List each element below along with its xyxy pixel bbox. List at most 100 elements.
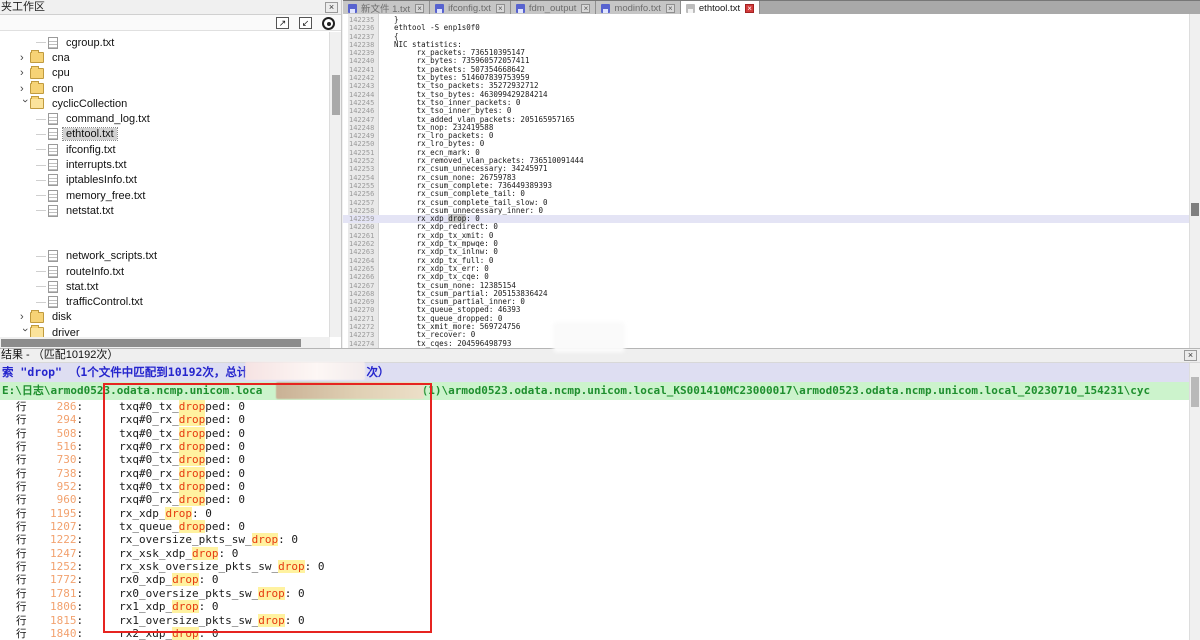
search-file-path-line[interactable]: E:\日志\armod0523.odata.ncmp.unicom.locaar… bbox=[0, 382, 1189, 400]
tree-item-cron[interactable]: ›cron bbox=[0, 81, 330, 96]
tree-vertical-scrollbar[interactable] bbox=[329, 32, 341, 337]
tab-close-icon[interactable]: × bbox=[666, 4, 675, 13]
editor-vertical-scrollbar[interactable] bbox=[1189, 14, 1200, 348]
search-result-row[interactable]: 行730:txq#0_tx_dropped: 0 bbox=[0, 453, 1189, 466]
result-line-text: rx_xdp_drop: 0 bbox=[119, 507, 212, 520]
tree-item-netstat-txt[interactable]: netstat.txt bbox=[0, 203, 330, 218]
results-vscroll-thumb[interactable] bbox=[1191, 377, 1199, 407]
line-number: 142246 bbox=[348, 107, 377, 115]
tree-item-driver[interactable]: ›driver bbox=[0, 325, 330, 337]
search-result-row[interactable]: 行1772:rx0_xdp_drop: 0 bbox=[0, 573, 1189, 586]
tab-close-icon[interactable]: × bbox=[581, 4, 590, 13]
search-result-row[interactable]: 行1195:rx_xdp_drop: 0 bbox=[0, 507, 1189, 520]
tab-ethtool-txt[interactable]: ethtool.txt× bbox=[681, 1, 760, 15]
search-result-row[interactable]: 行286:txq#0_tx_dropped: 0 bbox=[0, 400, 1189, 413]
tab-ifconfig-txt[interactable]: ifconfig.txt× bbox=[430, 1, 511, 15]
expand-all-icon[interactable]: ↗ bbox=[276, 17, 289, 29]
result-line-text: rx0_oversize_pkts_sw_drop: 0 bbox=[119, 587, 304, 600]
tree-item-trafficcontrol-txt[interactable]: trafficControl.txt bbox=[0, 294, 330, 309]
tree-horizontal-scrollbar[interactable] bbox=[0, 337, 330, 348]
editor-vscroll-thumb[interactable] bbox=[1191, 203, 1199, 216]
tree-item-cgroup-txt[interactable]: cgroup.txt bbox=[0, 35, 330, 50]
line-number: 142237 bbox=[348, 33, 377, 41]
chevron-down-icon[interactable]: › bbox=[20, 99, 30, 109]
chevron-right-icon[interactable]: › bbox=[20, 312, 30, 322]
match-highlight: drop bbox=[179, 413, 206, 426]
line-number: 142272 bbox=[348, 323, 377, 331]
tab--1-txt[interactable]: 新文件 1.txt× bbox=[343, 1, 430, 15]
search-result-row[interactable]: 行1207:tx_queue_dropped: 0 bbox=[0, 520, 1189, 533]
match-highlight: drop bbox=[252, 533, 279, 546]
search-result-row[interactable]: 行516:rxq#0_rx_dropped: 0 bbox=[0, 440, 1189, 453]
editor-line[interactable]: 142237{ bbox=[343, 33, 1200, 41]
folder-icon bbox=[30, 312, 44, 323]
tree-item-cpu[interactable]: › cpu bbox=[0, 66, 330, 81]
line-number: 142241 bbox=[348, 66, 377, 74]
workspace-close-icon[interactable]: × bbox=[325, 2, 338, 13]
tab-fdm-output[interactable]: fdm_output× bbox=[511, 1, 597, 15]
line-number: 142247 bbox=[348, 116, 377, 124]
tree-item-ethtool-txt[interactable]: ethtool.txt bbox=[0, 127, 330, 142]
tree-item-cycliccollection[interactable]: ›cyclicCollection bbox=[0, 96, 330, 111]
tab-close-icon[interactable]: × bbox=[496, 4, 505, 13]
tree-item-label: cpu bbox=[49, 67, 73, 79]
row-label: 行 bbox=[16, 454, 27, 467]
search-result-row[interactable]: 行1222:rx_oversize_pkts_sw_drop: 0 bbox=[0, 533, 1189, 546]
search-result-row[interactable]: 行952:txq#0_tx_dropped: 0 bbox=[0, 480, 1189, 493]
line-number: 142245 bbox=[348, 99, 377, 107]
tree-item-cna[interactable]: › cna bbox=[0, 50, 330, 65]
results-vertical-scrollbar[interactable] bbox=[1189, 363, 1200, 640]
results-close-icon[interactable]: × bbox=[1184, 350, 1197, 361]
redaction-patch bbox=[555, 324, 623, 351]
tree-item-ifconfig-txt[interactable]: ifconfig.txt bbox=[0, 142, 330, 157]
search-result-row[interactable]: 行1252:rx_xsk_oversize_pkts_sw_drop: 0 bbox=[0, 560, 1189, 573]
tree-item-interrupts-txt[interactable]: interrupts.txt bbox=[0, 157, 330, 172]
chevron-down-icon[interactable]: › bbox=[20, 328, 30, 337]
search-result-row[interactable]: 行1781:rx0_oversize_pkts_sw_drop: 0 bbox=[0, 587, 1189, 600]
tree-hscroll-thumb[interactable] bbox=[1, 339, 301, 347]
tab-modinfo-txt[interactable]: modinfo.txt× bbox=[596, 1, 680, 15]
line-number: 142267 bbox=[348, 282, 377, 290]
tab-bar: 新文件 1.txt×ifconfig.txt×fdm_output×modinf… bbox=[343, 0, 1200, 14]
result-line-text: tx_queue_dropped: 0 bbox=[119, 520, 245, 533]
save-state-icon bbox=[435, 4, 444, 13]
result-line-text: rx2_xdp_drop: 0 bbox=[119, 627, 218, 640]
match-highlight: drop bbox=[172, 600, 199, 613]
chevron-right-icon[interactable]: › bbox=[20, 53, 30, 63]
search-result-row[interactable]: 行508:txq#0_tx_dropped: 0 bbox=[0, 427, 1189, 440]
chevron-right-icon[interactable]: › bbox=[20, 84, 30, 94]
result-line-number: 1772 bbox=[27, 573, 77, 586]
match-highlight: drop bbox=[179, 480, 206, 493]
match-highlight: drop bbox=[278, 560, 305, 573]
search-result-row[interactable]: 行1806:rx1_xdp_drop: 0 bbox=[0, 600, 1189, 613]
collapse-all-icon[interactable]: ↙ bbox=[299, 17, 312, 29]
search-result-row[interactable]: 行1247:rx_xsk_xdp_drop: 0 bbox=[0, 547, 1189, 560]
line-number: 142253 bbox=[348, 165, 377, 173]
tree-item-routeinfo-txt[interactable]: routeInfo.txt bbox=[0, 264, 330, 279]
tab-close-icon[interactable]: × bbox=[745, 4, 754, 13]
tree-item-memory-free-txt[interactable]: memory_free.txt bbox=[0, 188, 330, 203]
chevron-right-icon[interactable]: › bbox=[20, 68, 30, 78]
result-line-text: rx_xsk_xdp_drop: 0 bbox=[119, 547, 238, 560]
editor-line[interactable]: 142236ethtool -S enp1s0f0 bbox=[343, 24, 1200, 32]
search-result-row[interactable]: 行738:rxq#0_rx_dropped: 0 bbox=[0, 467, 1189, 480]
editor-body[interactable]: 142235}142236ethtool -S enp1s0f0142237{1… bbox=[343, 14, 1200, 348]
tree-item-label: cna bbox=[49, 52, 73, 64]
search-summary-line[interactable]: 索 "drop" （1个文件中匹配到10192次，总计次） bbox=[0, 363, 1189, 382]
tree-item-stat-txt[interactable]: stat.txt bbox=[0, 279, 330, 294]
search-result-row[interactable]: 行960:rxq#0_rx_dropped: 0 bbox=[0, 493, 1189, 506]
file-icon bbox=[48, 159, 58, 171]
tree-item-iptablesinfo-txt[interactable]: iptablesInfo.txt bbox=[0, 173, 330, 188]
locate-file-icon[interactable] bbox=[322, 17, 335, 30]
tree-item-disk[interactable]: ›disk bbox=[0, 310, 330, 325]
result-line-number: 286 bbox=[27, 400, 77, 413]
search-results-panel: 结果 - （匹配10192次） × 索 "drop" （1个文件中匹配到1019… bbox=[0, 348, 1200, 640]
search-result-row[interactable]: 行294:rxq#0_rx_dropped: 0 bbox=[0, 413, 1189, 426]
folder-icon bbox=[30, 327, 44, 337]
tree-item-network-scripts-txt[interactable]: network_scripts.txt bbox=[0, 249, 330, 264]
tree-vscroll-thumb[interactable] bbox=[332, 75, 340, 115]
search-result-row[interactable]: 行1840:rx2_xdp_drop: 0 bbox=[0, 627, 1189, 640]
tab-close-icon[interactable]: × bbox=[415, 4, 424, 13]
search-result-row[interactable]: 行1815:rx1_oversize_pkts_sw_drop: 0 bbox=[0, 614, 1189, 627]
tree-item-command-log-txt[interactable]: command_log.txt bbox=[0, 111, 330, 126]
